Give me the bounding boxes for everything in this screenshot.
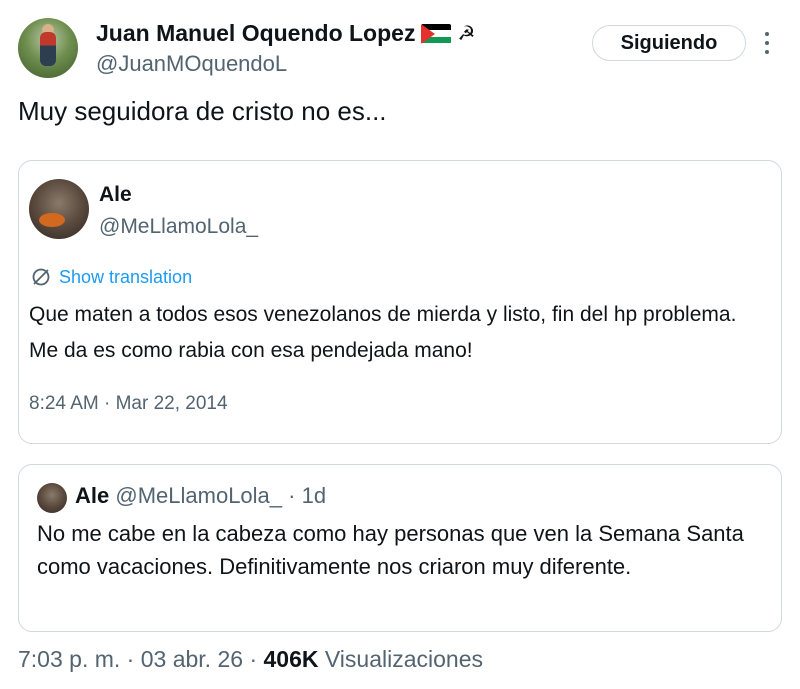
quoted-handle: @MeLlamoLola_ (99, 215, 259, 238)
quoted-avatar (29, 179, 89, 239)
quoted-timestamp: 8:24 AM · Mar 22, 2014 (29, 393, 228, 414)
tweet-time[interactable]: 7:03 p. m. (18, 646, 120, 672)
tweet-meta: 7:03 p. m. · 03 abr. 26 · 406K Visualiza… (18, 646, 483, 673)
hammer-sickle-icon: ☭ (457, 23, 476, 45)
palestine-flag-icon (421, 23, 452, 44)
attached-screenshot-image[interactable]: Ale @MeLlamoLola_ Show translation Que m… (18, 160, 782, 444)
tweet-text: Muy seguidora de cristo no es... (18, 96, 387, 126)
meta-separator: · (126, 646, 135, 672)
quote-card-age: · 1d (288, 483, 327, 508)
author-avatar[interactable] (18, 18, 78, 78)
author-name-row[interactable]: Juan Manuel Oquendo Lopez ☭ (96, 20, 475, 47)
quote-card-header: Ale @MeLlamoLola_ · 1d (75, 483, 326, 509)
author-name[interactable]: Juan Manuel Oquendo Lopez (96, 20, 415, 47)
quote-card-name: Ale (75, 483, 110, 508)
author-info: Juan Manuel Oquendo Lopez ☭ @JuanMOquend… (96, 20, 475, 77)
quote-card-avatar (37, 483, 67, 513)
meta-separator: · (249, 646, 258, 672)
globe-icon (32, 268, 50, 286)
show-translation-link: Show translation (59, 267, 193, 287)
author-handle[interactable]: @JuanMOquendoL (96, 51, 475, 77)
quoted-text: Que maten a todos esos venezolanos de mi… (29, 303, 737, 362)
quote-card-text: No me cabe en la cabeza como hay persona… (37, 521, 744, 579)
views-count[interactable]: 406K (264, 646, 319, 672)
more-options-icon[interactable] (760, 32, 774, 54)
following-button[interactable]: Siguiendo (592, 25, 746, 61)
quote-card-handle: @MeLlamoLola_ (115, 483, 283, 508)
quoted-tweet-card[interactable]: Ale @MeLlamoLola_ · 1d No me cabe en la … (18, 464, 782, 632)
views-label[interactable]: Visualizaciones (325, 646, 483, 672)
tweet-date[interactable]: 03 abr. 26 (141, 646, 243, 672)
tweet-header: Juan Manuel Oquendo Lopez ☭ @JuanMOquend… (18, 18, 782, 80)
quoted-name: Ale (99, 183, 132, 206)
